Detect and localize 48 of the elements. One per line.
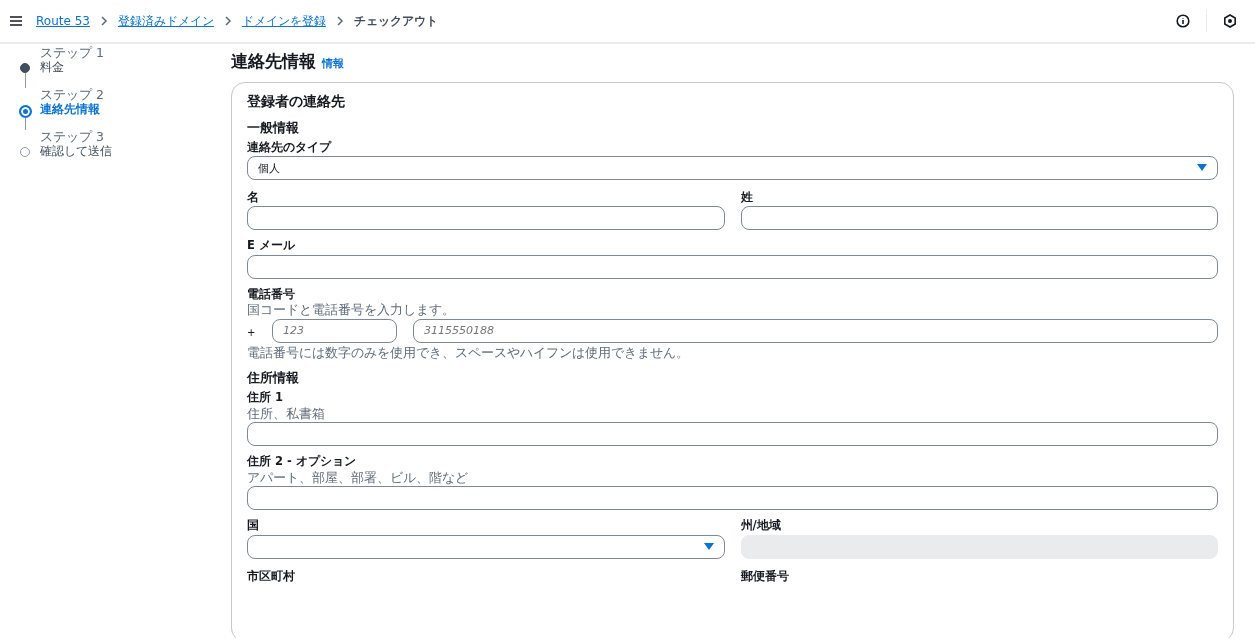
breadcrumb-current: チェックアウト	[353, 12, 438, 30]
field-label: 電話番号	[247, 287, 296, 301]
field-label: 姓	[740, 191, 754, 205]
input-field[interactable]	[247, 254, 1218, 279]
step-caption: ステップ 2	[40, 88, 104, 102]
chevron-right-icon	[335, 16, 344, 26]
input-field[interactable]	[247, 422, 1218, 447]
settings-icon[interactable]	[1223, 14, 1237, 28]
input-field[interactable]	[247, 486, 1218, 511]
breadcrumb-link[interactable]: Route 53	[36, 14, 90, 28]
breadcrumb-link[interactable]: ドメインを登録	[241, 12, 326, 30]
step-caption: ステップ 3	[40, 130, 105, 144]
chevron-right-icon	[223, 16, 232, 26]
caret-down-icon	[703, 542, 714, 551]
step-link[interactable]: 連絡先情報	[40, 101, 104, 117]
input-field[interactable]	[740, 206, 1218, 231]
plus-sign: +	[247, 326, 257, 338]
field-label: 住所 2 - オプション	[247, 455, 357, 469]
breadcrumb-link[interactable]: 登録済みドメイン	[117, 12, 214, 30]
constraint-text: 電話番号には数字のみを使用でき、スペースやハイフンは使用できません。	[247, 345, 690, 360]
phone-number-field[interactable]: 3115550188	[413, 318, 1218, 343]
field-label: E メール	[247, 239, 296, 253]
field-description: 国コードと電話番号を入力します。	[247, 302, 456, 317]
section-heading: 住所情報	[247, 369, 300, 388]
field-label: 国	[247, 519, 260, 533]
input-field[interactable]	[247, 206, 725, 231]
section-heading: 一般情報	[247, 119, 300, 137]
card-title: 登録者の連絡先	[247, 93, 346, 111]
field-description: 住所、私書箱	[247, 406, 326, 421]
field-label: 郵便番号	[740, 569, 790, 583]
step-link[interactable]: 料金	[40, 59, 104, 75]
page-title: 連絡先情報	[231, 50, 316, 73]
step-caption: ステップ 1	[40, 46, 104, 60]
field-label: 州/地域	[740, 519, 782, 533]
chevron-right-icon	[99, 16, 108, 26]
info-icon[interactable]	[1176, 14, 1190, 28]
field-label: 名	[247, 191, 260, 205]
contact-type-select[interactable]: 個人	[247, 156, 1218, 181]
country-code-field[interactable]: 123	[272, 318, 397, 343]
info-link[interactable]: 情報	[322, 56, 344, 71]
field-label: 連絡先のタイプ	[247, 141, 333, 155]
field-description: アパート、部屋、部署、ビル、階など	[247, 470, 469, 485]
field-label: 市区町村	[247, 569, 296, 583]
step-link[interactable]: 確認して送信	[40, 143, 112, 159]
menu-icon[interactable]	[10, 16, 22, 26]
country-select[interactable]	[247, 534, 725, 559]
caret-down-icon	[1197, 164, 1207, 173]
field-label: 住所 1	[247, 391, 284, 405]
